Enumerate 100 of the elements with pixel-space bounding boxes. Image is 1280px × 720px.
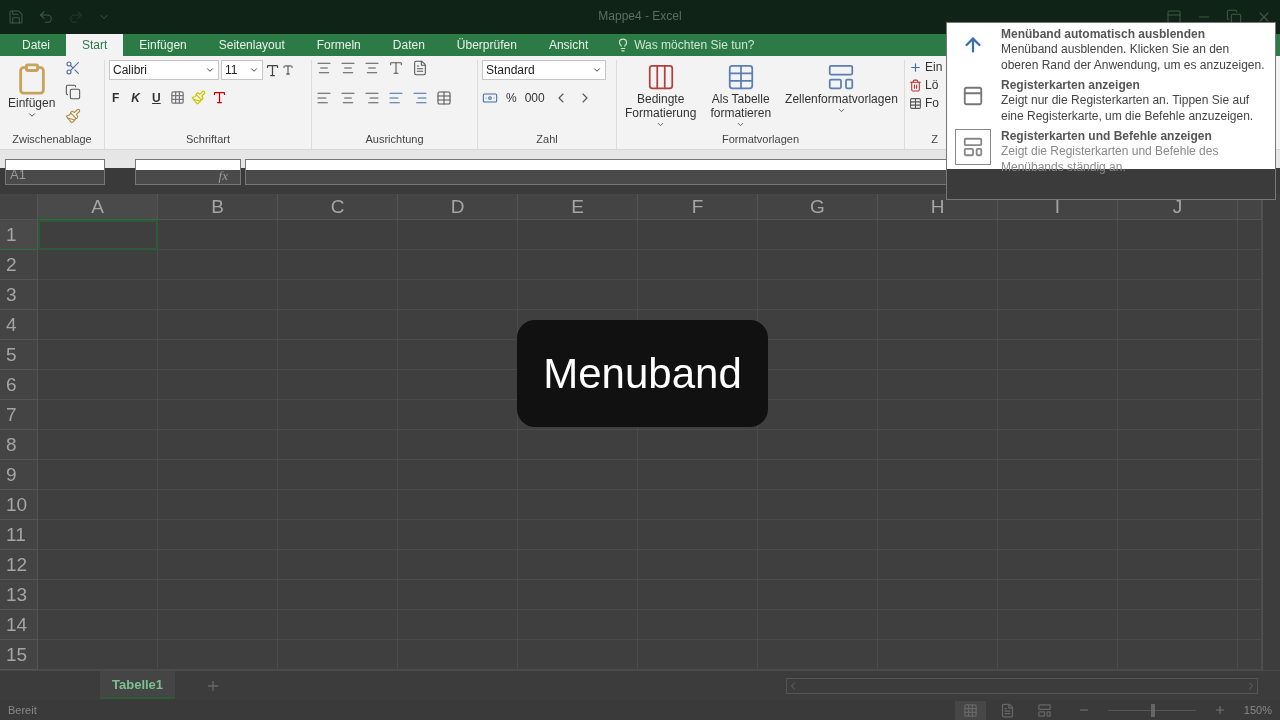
bold-button[interactable]: F <box>109 90 123 105</box>
style-button[interactable]: Als Tabelle formatieren <box>706 60 776 133</box>
outdent-icon[interactable] <box>388 90 404 106</box>
format-painter-icon[interactable] <box>65 108 82 124</box>
row-header[interactable]: 14 <box>0 610 38 640</box>
delete-icon[interactable] <box>909 78 922 92</box>
sheet-tab[interactable]: Tabelle1 <box>100 671 176 699</box>
caret-icon[interactable] <box>205 65 215 75</box>
align-left-icon[interactable] <box>316 90 332 106</box>
font-name-dropdown[interactable]: Calibri <box>109 60 219 80</box>
align-top-icon[interactable] <box>316 60 332 76</box>
status-text: Bereit <box>8 704 37 716</box>
row-header[interactable]: 10 <box>0 490 38 520</box>
caret-icon[interactable] <box>26 110 37 120</box>
caret-icon[interactable] <box>656 120 666 129</box>
column-header[interactable]: A <box>38 194 158 220</box>
cells-command[interactable]: Lö <box>925 78 939 92</box>
restore-icon[interactable] <box>1226 9 1242 25</box>
caret-icon[interactable] <box>249 65 259 75</box>
row-header[interactable]: 1 <box>0 220 38 250</box>
grid-cell[interactable] <box>38 250 158 280</box>
row-header[interactable]: 6 <box>0 370 38 400</box>
menu-item[interactable]: Menüband automatisch ausblenden Menüband ausblenden. Klicken Sie an den oberen Rand der Anwendung, um es anzuzeigen. <box>955 27 1267 73</box>
column-header[interactable]: B <box>158 194 278 220</box>
menu-item[interactable]: Registerkarten anzeigen Zeigt nur die Registerkarten an. Tippen Sie auf eine Registerkarte, um die Befehle anzuzeigen. <box>955 78 1267 124</box>
format-icon[interactable] <box>909 96 922 110</box>
function-button[interactable]: fx <box>135 159 241 185</box>
align-center-icon[interactable] <box>340 90 356 106</box>
view-button[interactable] <box>954 700 986 720</box>
select-all-corner[interactable] <box>0 194 38 220</box>
caret-icon[interactable] <box>592 65 602 75</box>
ribbon-tab[interactable]: Formeln <box>300 34 377 56</box>
row-header[interactable]: 15 <box>0 640 38 670</box>
style-button[interactable]: Bedingte Formatierung <box>621 60 701 133</box>
row-header[interactable]: 2 <box>0 250 38 280</box>
group-label: Ausrichtung <box>364 133 425 147</box>
row-header[interactable]: 3 <box>0 280 38 310</box>
thousands-button[interactable]: 000 <box>524 91 545 105</box>
ribbon-tab[interactable]: Datei <box>6 34 66 56</box>
ribbon-tab[interactable]: Start <box>66 34 124 56</box>
caret-icon[interactable] <box>836 106 846 115</box>
insert-icon[interactable] <box>909 60 922 74</box>
grid-cell[interactable] <box>1238 220 1262 250</box>
row-header[interactable]: 9 <box>0 460 38 490</box>
caret-icon[interactable] <box>736 120 746 129</box>
row-header[interactable]: 13 <box>0 580 38 610</box>
row-header[interactable]: 11 <box>0 520 38 550</box>
percent-button[interactable]: % <box>506 91 517 105</box>
font-size-dropdown[interactable]: 11 <box>221 60 263 80</box>
grid-cell[interactable] <box>158 250 278 280</box>
zoom-level: 150% <box>1243 704 1272 716</box>
align-right-icon[interactable] <box>364 90 380 106</box>
name-box[interactable]: A1 <box>5 159 105 185</box>
indent-icon[interactable] <box>412 90 428 106</box>
merge-icon[interactable] <box>436 90 452 106</box>
grid-cell[interactable] <box>158 220 278 250</box>
column-header[interactable]: C <box>278 194 398 220</box>
column-header[interactable]: E <box>518 194 638 220</box>
column-header[interactable]: H <box>878 194 998 220</box>
zoom-in-icon[interactable] <box>1213 704 1226 716</box>
align-middle-icon[interactable] <box>340 60 356 76</box>
underline-button[interactable]: U <box>149 90 164 105</box>
ribbon-tab[interactable]: Ansicht <box>532 34 605 56</box>
grow-font-icon[interactable] <box>265 62 280 78</box>
border-icon[interactable] <box>169 90 185 105</box>
row-header[interactable]: 7 <box>0 400 38 430</box>
wrap-text-icon[interactable] <box>412 60 428 76</box>
paste-button[interactable]: Einfügen <box>4 60 60 133</box>
ribbon-tab[interactable]: Seitenlayout <box>202 34 301 56</box>
column-header[interactable]: D <box>398 194 518 220</box>
row-header[interactable]: 8 <box>0 430 38 460</box>
ribbon-tab[interactable]: Daten <box>376 34 441 56</box>
orientation-icon[interactable] <box>388 60 404 76</box>
row-header[interactable]: 5 <box>0 340 38 370</box>
horizontal-scrollbar[interactable] <box>786 677 1258 694</box>
active-cell[interactable] <box>38 220 158 250</box>
ribbon-tab[interactable]: Einfügen <box>123 34 203 56</box>
italic-button[interactable]: K <box>128 90 143 105</box>
row-header[interactable]: 4 <box>0 310 38 340</box>
column-header[interactable]: G <box>758 194 878 220</box>
align-bottom-icon[interactable] <box>364 60 380 76</box>
font-color-icon[interactable] <box>211 90 227 105</box>
save-icon[interactable] <box>8 9 24 25</box>
number-format-dropdown[interactable]: Standard <box>482 60 606 80</box>
cells-command[interactable]: Fo <box>925 96 939 110</box>
copy-icon[interactable] <box>65 84 82 100</box>
ribbon-tab[interactable]: Überprüfen <box>440 34 533 56</box>
style-button[interactable]: Zellenformatvorlagen <box>781 60 902 133</box>
group-label: Z <box>930 133 939 147</box>
row-header[interactable]: 12 <box>0 550 38 580</box>
undo-icon[interactable] <box>38 9 54 25</box>
cells-command[interactable]: Ein <box>925 60 943 74</box>
tell-me-field[interactable]: Was möchten Sie tun? <box>604 34 755 56</box>
shrink-font-icon[interactable] <box>282 64 294 76</box>
grid-cell[interactable] <box>398 310 518 340</box>
currency-icon[interactable] <box>482 90 498 106</box>
ribbon-options-icon[interactable] <box>1166 9 1182 25</box>
fill-color-icon[interactable] <box>190 90 206 105</box>
column-header[interactable]: F <box>638 194 758 220</box>
cut-icon[interactable] <box>65 60 82 76</box>
